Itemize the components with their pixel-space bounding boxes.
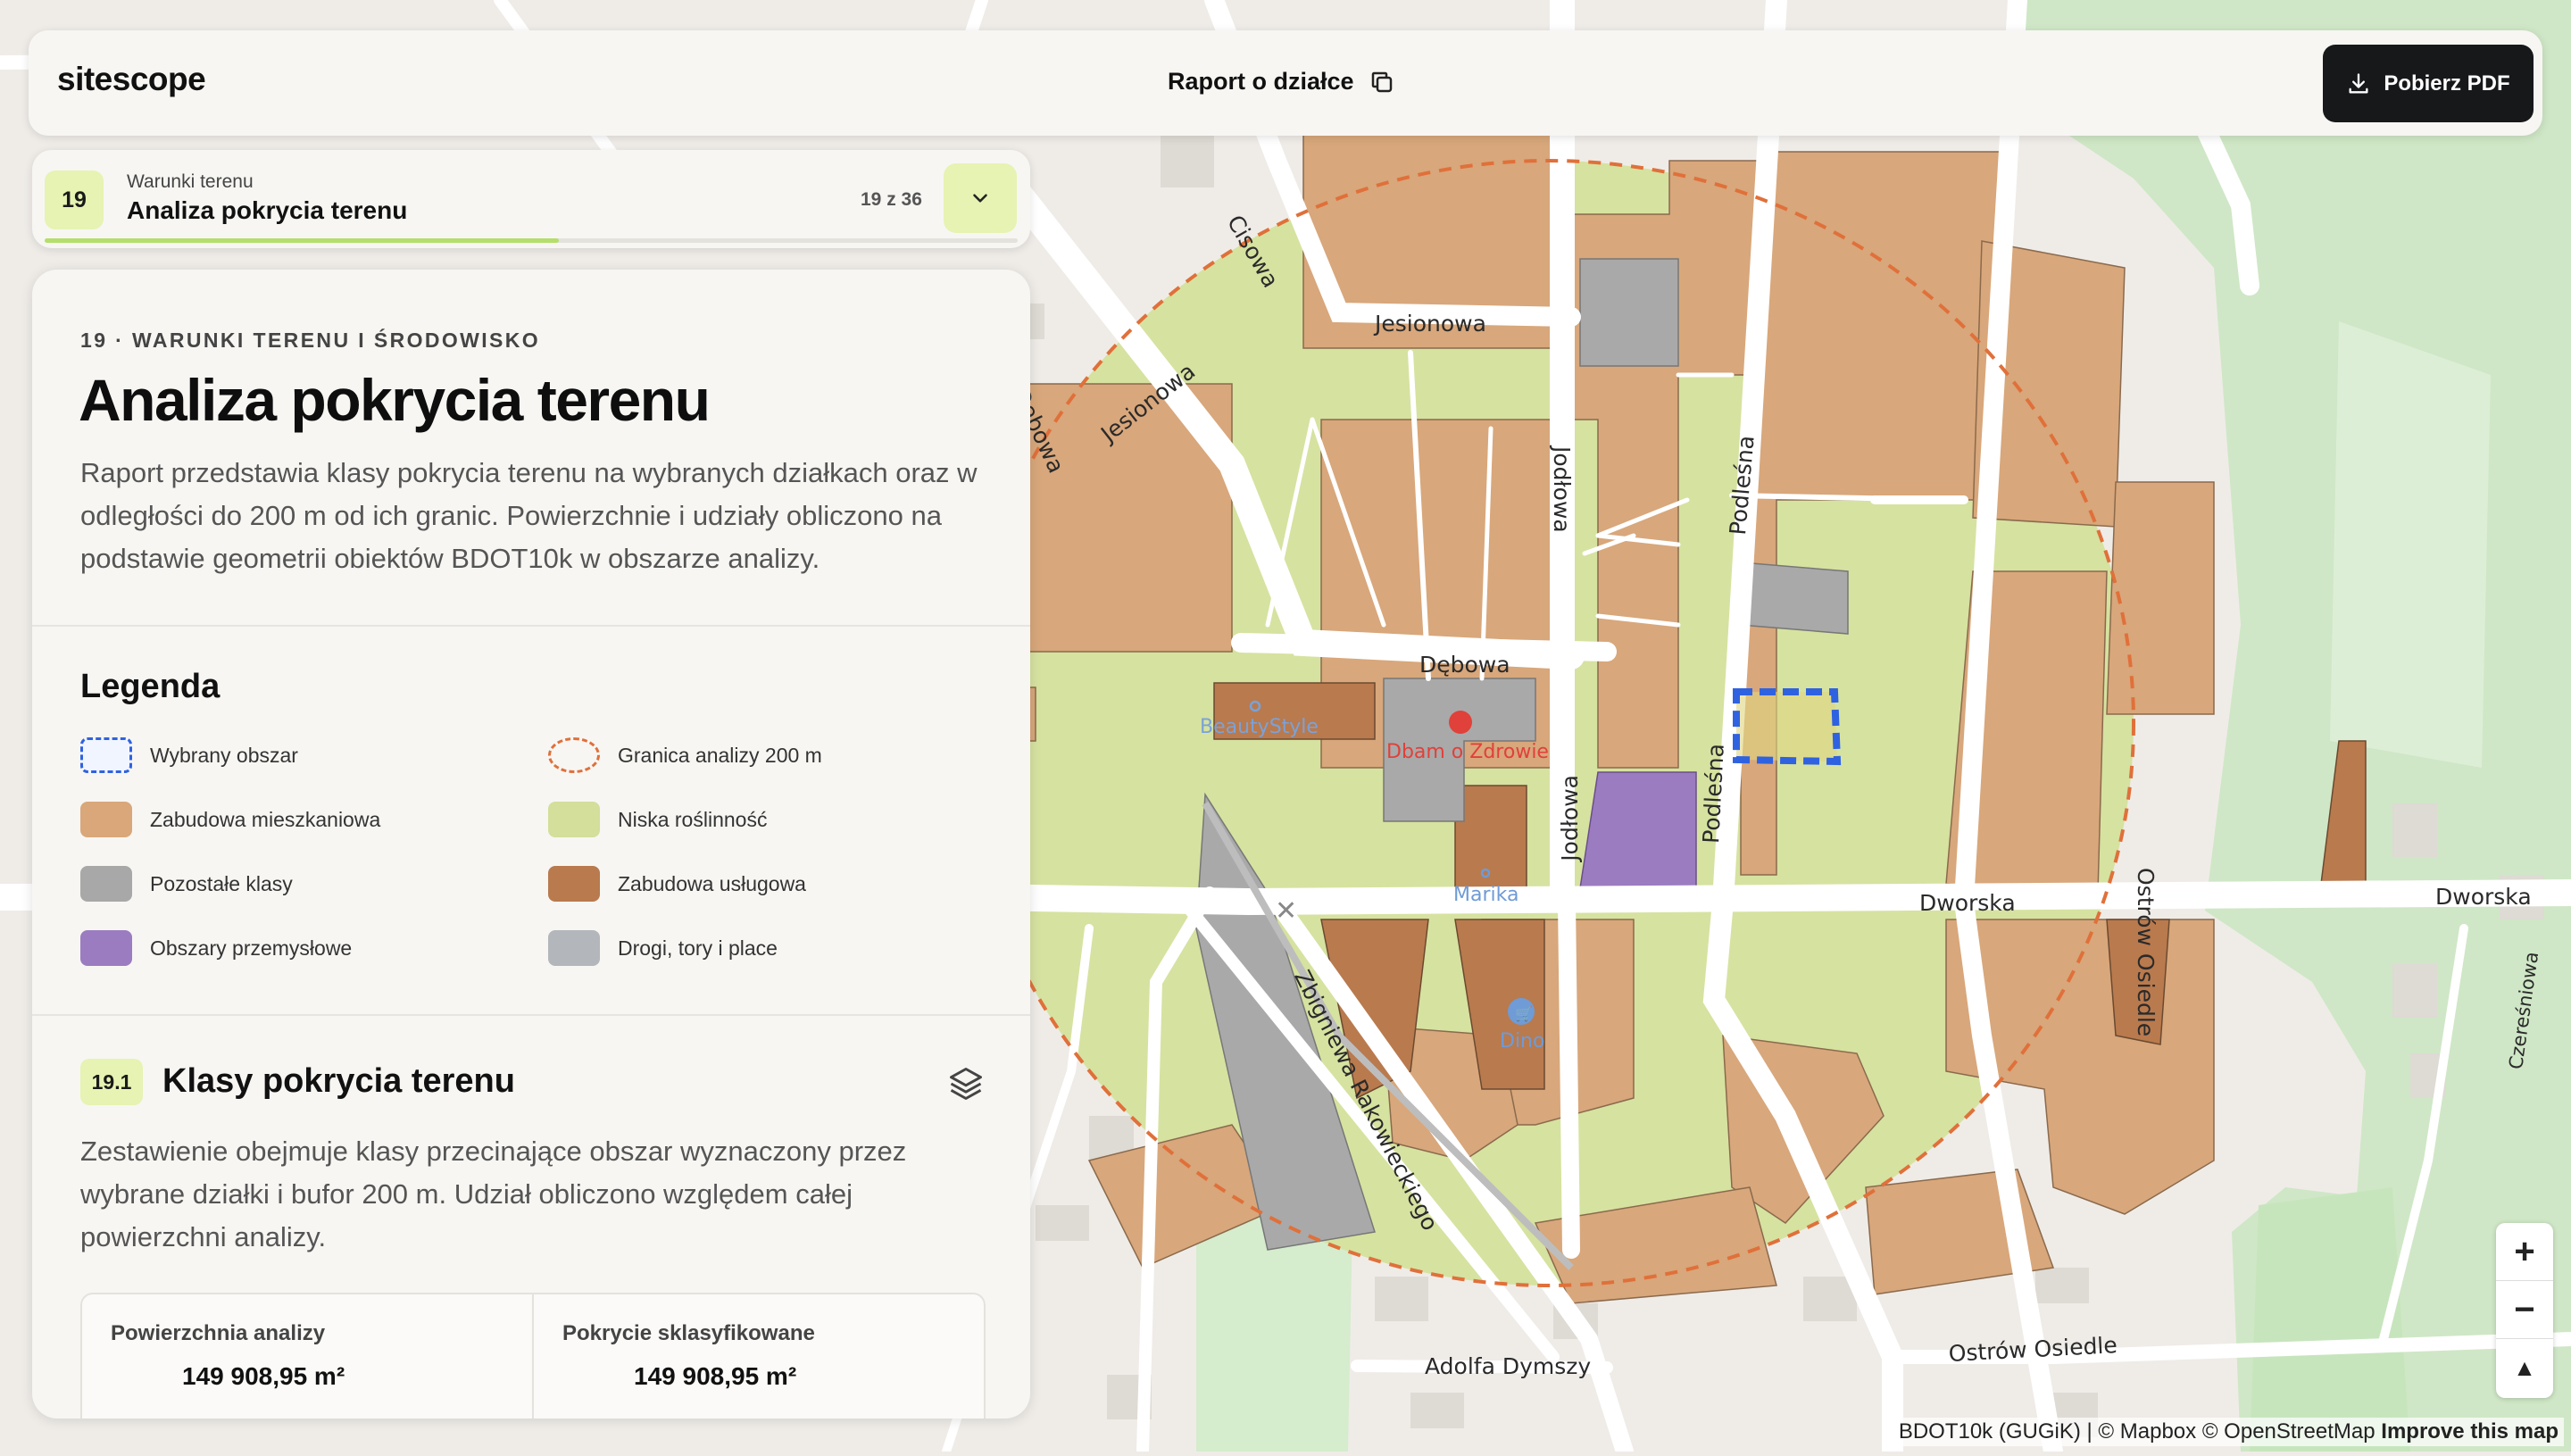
- stats-card: Powierzchnia analizy 149 908,95 m² Pokry…: [80, 1293, 986, 1419]
- intro-text: Raport przedstawia klasy pokrycia terenu…: [80, 457, 978, 574]
- street-label: Jesionowa: [1375, 311, 1486, 337]
- legend-label: Drogi, tory i place: [618, 936, 778, 960]
- legend-label: Wybrany obszar: [150, 743, 298, 767]
- section-counter: 19 z 36: [861, 189, 922, 210]
- legend-swatch: [548, 802, 600, 837]
- poi-label[interactable]: Dbam o Zdrowie: [1386, 741, 1549, 763]
- section-dropdown-button[interactable]: [944, 163, 1017, 233]
- stat-classified-coverage: Pokrycie sklasyfikowane 149 908,95 m²: [534, 1321, 984, 1391]
- legend-swatch: [548, 737, 600, 773]
- legend-item: Niska roślinność: [548, 802, 767, 837]
- park-field: [2330, 321, 2491, 768]
- copy-icon[interactable]: [1369, 69, 1395, 96]
- section-title: Analiza pokrycia terenu: [127, 196, 408, 224]
- section-progress-fill: [45, 238, 559, 243]
- legend-item: Zabudowa mieszkaniowa: [80, 802, 380, 837]
- legend-item: Obszary przemysłowe: [80, 930, 352, 966]
- legend-label: Pozostałe klasy: [150, 871, 293, 895]
- legend-item: Granica analizy 200 m: [548, 737, 822, 773]
- street-label: Adolfa Dymszy: [1425, 1353, 1592, 1379]
- section-navigator[interactable]: 19 Warunki terenu Analiza pokrycia teren…: [32, 150, 1030, 248]
- street-label: Jodłowa: [1557, 775, 1583, 861]
- stat-value: 149 908,95 m²: [182, 1362, 345, 1390]
- zoom-in-button[interactable]: +: [2496, 1223, 2553, 1281]
- stat-analysis-area: Powierzchnia analizy 149 908,95 m²: [82, 1321, 532, 1391]
- subsection-number-badge: 19.1: [80, 1059, 143, 1105]
- attribution-source[interactable]: BDOT10k (GUGiK): [1899, 1419, 2081, 1444]
- street-label: Ostrów Osiedle: [2133, 868, 2159, 1037]
- legend-title: Legenda: [80, 668, 220, 705]
- legend-label: Niska roślinność: [618, 807, 768, 831]
- improve-map-link[interactable]: Improve this map: [2381, 1419, 2559, 1444]
- download-icon: [2349, 72, 2368, 94]
- street-label: Dworska: [2435, 884, 2532, 910]
- section-category: Warunki terenu: [127, 171, 254, 192]
- report-panel[interactable]: 19 · WARUNKI TERENU I ŚRODOWISKO Analiza…: [32, 270, 1030, 1419]
- legend-label: Granica analizy 200 m: [618, 743, 822, 767]
- legend-item: Wybrany obszar: [80, 737, 298, 773]
- download-pdf-button[interactable]: Pobierz PDF: [2323, 45, 2534, 122]
- pharmacy-poi-icon[interactable]: [1449, 711, 1472, 734]
- report-title-text: Raport o działce: [1168, 68, 1354, 95]
- poi-label[interactable]: BeautyStyle: [1200, 716, 1319, 738]
- legend-item: Pozostałe klasy: [80, 866, 293, 902]
- report-title: Raport o działce: [1168, 68, 1395, 96]
- legend-label: Obszary przemysłowe: [150, 936, 353, 960]
- subsection-description: Zestawienie obejmuje klasy przecinające …: [80, 1136, 907, 1252]
- download-pdf-label: Pobierz PDF: [2384, 71, 2510, 96]
- street-label: Dworska: [1919, 890, 2016, 916]
- legend-swatch: [548, 866, 600, 902]
- page-title: Analiza pokrycia terenu: [79, 367, 711, 433]
- legend-swatch: [80, 737, 132, 773]
- divider: [32, 625, 1030, 627]
- svg-text:🛒: 🛒: [1515, 1005, 1533, 1022]
- compass-button[interactable]: ▲: [2496, 1339, 2553, 1396]
- divider: [32, 1014, 1030, 1016]
- legend-label: Zabudowa usługowa: [618, 871, 806, 895]
- section-number-badge: 19: [45, 171, 104, 229]
- top-bar: sitescope Raport o działce Pobierz PDF: [29, 30, 2542, 136]
- street-label: Dębowa: [1419, 652, 1510, 678]
- legend-swatch: [80, 930, 132, 966]
- subsection-title: Klasy pokrycia terenu: [162, 1062, 515, 1100]
- poi-label[interactable]: Dino: [1500, 1030, 1544, 1052]
- map-attribution: BDOT10k (GUGiK) | © Mapbox © OpenStreetM…: [1893, 1418, 2564, 1446]
- attribution-text[interactable]: | © Mapbox © OpenStreetMap: [2087, 1419, 2375, 1444]
- layers-icon[interactable]: [946, 1064, 986, 1103]
- chevron-down-icon: [973, 194, 987, 203]
- crossing-icon: ✕: [1275, 895, 1297, 927]
- app-logo[interactable]: sitescope: [57, 61, 206, 98]
- street-label: Jodłowa: [1549, 446, 1575, 533]
- poi-label[interactable]: Marika: [1453, 884, 1518, 906]
- legend-swatch: [80, 802, 132, 837]
- zoom-out-button[interactable]: −: [2496, 1281, 2553, 1339]
- legend-swatch: [80, 866, 132, 902]
- map-zoom-controls: + − ▲: [2496, 1223, 2553, 1398]
- legend-item: Zabudowa usługowa: [548, 866, 806, 902]
- section-eyebrow: 19 · WARUNKI TERENU I ŚRODOWISKO: [80, 329, 541, 352]
- selected-plot[interactable]: [1733, 688, 1842, 766]
- stat-label: Powierzchnia analizy: [111, 1321, 326, 1345]
- legend-item: Drogi, tory i place: [548, 930, 778, 966]
- street-label: Podleśna: [1698, 743, 1729, 844]
- stat-label: Pokrycie sklasyfikowane: [562, 1321, 815, 1345]
- stat-value: 149 908,95 m²: [634, 1362, 797, 1390]
- legend-label: Zabudowa mieszkaniowa: [150, 807, 381, 831]
- legend-swatch: [548, 930, 600, 966]
- section-progress-bar: [45, 238, 1018, 243]
